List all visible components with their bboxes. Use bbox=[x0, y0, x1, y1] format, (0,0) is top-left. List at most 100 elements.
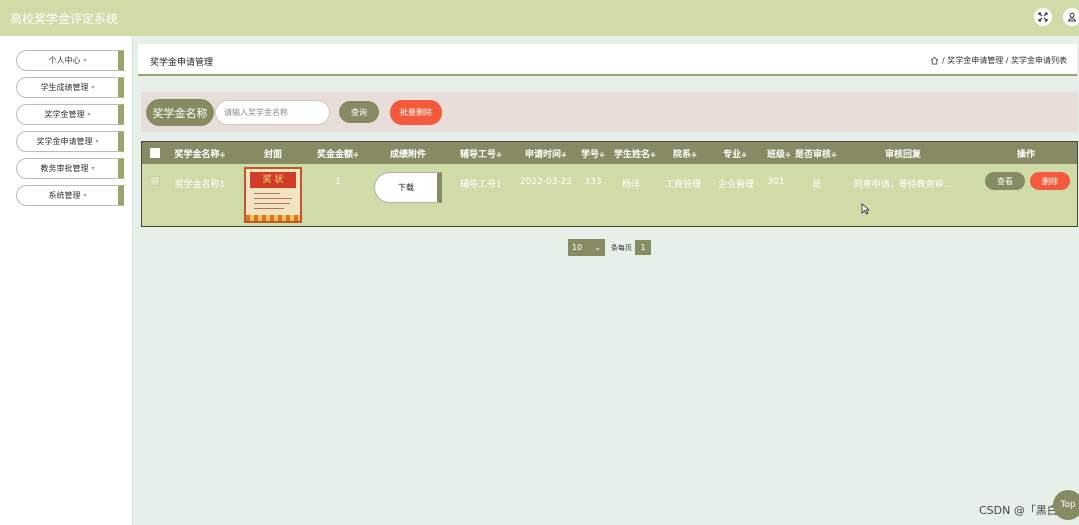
sidebar-item-scholarship[interactable]: 奖学金管理 ▾ bbox=[16, 104, 124, 125]
cell-reviewed: 是 bbox=[812, 180, 822, 190]
page-size-value: 10 bbox=[572, 243, 583, 252]
back-to-top-button[interactable]: Top bbox=[1053, 490, 1079, 520]
fullscreen-icon[interactable] bbox=[1034, 8, 1052, 26]
sidebar-item-academic-approval[interactable]: 教务审批管理 ▾ bbox=[16, 158, 124, 179]
table-header: 奖学金名称≑ 封面 奖金金额≑ 成绩附件 辅导工号≑ 申请时间≑ 学号≑ 学生姓… bbox=[142, 142, 1077, 164]
page-number-current[interactable]: 1 bbox=[635, 240, 651, 255]
page-title: 奖学金申请管理 bbox=[150, 58, 214, 68]
mouse-cursor-icon bbox=[861, 203, 870, 215]
table-row: 奖学金名称1 奖 状 1 下载 辅导工号1 2022-03-22 333 杨洋 … bbox=[142, 164, 1077, 226]
sort-icon: ≑ bbox=[353, 150, 359, 159]
column-header-major[interactable]: 专业≑ bbox=[723, 147, 747, 160]
row-checkbox[interactable] bbox=[150, 176, 160, 186]
cell-student-id: 333 bbox=[584, 177, 602, 187]
sidebar-item-label: 教务审批管理 bbox=[40, 164, 89, 173]
watermark: CSDN @「黑白 bbox=[979, 504, 1058, 517]
cover-banner: 奖 状 bbox=[250, 172, 296, 188]
column-header-student-id[interactable]: 学号≑ bbox=[581, 147, 605, 160]
chevron-down-icon: ▾ bbox=[91, 84, 95, 91]
column-header-attachment: 成绩附件 bbox=[390, 147, 426, 160]
view-button[interactable]: 查看 bbox=[985, 172, 1025, 190]
cell-apply-time: 2022-03-22 bbox=[519, 177, 573, 187]
user-icon[interactable] bbox=[1063, 8, 1079, 26]
chevron-down-icon: ▾ bbox=[87, 111, 91, 118]
column-label: 是否审核 bbox=[795, 150, 832, 160]
chevron-down-icon: ▾ bbox=[91, 165, 95, 172]
cell-advisor-id: 辅导工号1 bbox=[460, 180, 502, 190]
column-label: 学号 bbox=[581, 150, 600, 160]
page-size-select[interactable]: 10 ⌄ bbox=[568, 239, 605, 256]
search-label: 奖学金名称 bbox=[146, 99, 214, 126]
column-header-advisor-id[interactable]: 辅导工号≑ bbox=[460, 147, 502, 160]
sort-icon: ≑ bbox=[496, 150, 502, 159]
column-label: 操作 bbox=[1016, 150, 1036, 160]
column-label: 班级 bbox=[767, 150, 786, 160]
sort-icon: ≑ bbox=[561, 150, 567, 159]
sidebar-item-student-grades[interactable]: 学生成绩管理 ▾ bbox=[16, 77, 124, 98]
cell-class: 301 bbox=[767, 177, 785, 187]
sidebar-item-label: 系统管理 bbox=[48, 191, 81, 200]
sidebar-item-label: 奖学金管理 bbox=[44, 110, 85, 119]
sidebar: 个人中心 ▾ 学生成绩管理 ▾ 奖学金管理 ▾ 奖学金申请管理 ▾ 教务审批管理 ▾ 系统… bbox=[0, 36, 133, 525]
chevron-down-icon: ⌄ bbox=[594, 243, 601, 252]
cell-reply: 同意申请，等待教务审... bbox=[853, 180, 953, 190]
sidebar-item-label: 学生成绩管理 bbox=[40, 83, 89, 92]
column-label: 院系 bbox=[673, 150, 692, 160]
sort-icon: ≑ bbox=[650, 150, 656, 159]
column-label: 奖学金名称 bbox=[174, 150, 220, 160]
column-header-student-name[interactable]: 学生姓名≑ bbox=[614, 147, 656, 160]
sidebar-item-system[interactable]: 系统管理 ▾ bbox=[16, 185, 124, 206]
cover-line bbox=[254, 208, 284, 209]
home-icon[interactable] bbox=[930, 56, 939, 65]
sort-icon: ≑ bbox=[219, 150, 226, 159]
column-label: 专业 bbox=[723, 150, 742, 160]
cover-line bbox=[254, 198, 292, 199]
sort-icon: ≑ bbox=[691, 150, 697, 159]
top-bar: 高校奖学金评定系统 bbox=[0, 0, 1079, 36]
breadcrumb-path[interactable]: / 奖学金申请管理 / 奖学金申请列表 bbox=[942, 55, 1067, 66]
chevron-down-icon: ▾ bbox=[83, 57, 87, 64]
column-header-amount[interactable]: 奖金金额≑ bbox=[317, 147, 359, 160]
delete-button[interactable]: 删除 bbox=[1030, 172, 1070, 190]
breadcrumb: / 奖学金申请管理 / 奖学金申请列表 bbox=[930, 55, 1067, 66]
cell-department: 工商管理 bbox=[664, 180, 702, 190]
pagination: 10 ⌄ 条每页 1 bbox=[568, 239, 651, 256]
cover-line bbox=[254, 193, 280, 194]
sidebar-item-label: 个人中心 bbox=[48, 56, 81, 65]
column-header-reply: 审核回复 bbox=[885, 147, 921, 160]
sort-icon: ≑ bbox=[741, 150, 747, 159]
column-header-actions: 操作 bbox=[1017, 147, 1035, 160]
cover-decoration bbox=[246, 215, 300, 221]
cell-amount: 1 bbox=[335, 177, 341, 187]
sort-icon: ≑ bbox=[599, 150, 605, 159]
sort-icon: ≑ bbox=[785, 150, 791, 159]
cell-student-name: 杨洋 bbox=[621, 180, 641, 190]
column-label: 审核回复 bbox=[884, 150, 922, 160]
search-bar: 奖学金名称 查询 批量删除 bbox=[141, 92, 1078, 132]
column-header-department[interactable]: 院系≑ bbox=[673, 147, 697, 160]
query-button[interactable]: 查询 bbox=[339, 101, 379, 123]
download-button[interactable]: 下载 bbox=[374, 172, 442, 203]
sidebar-item-personal-center[interactable]: 个人中心 ▾ bbox=[16, 50, 124, 71]
sidebar-item-scholarship-application[interactable]: 奖学金申请管理 ▾ bbox=[16, 131, 124, 152]
cover-image[interactable]: 奖 状 bbox=[244, 167, 302, 223]
batch-delete-button[interactable]: 批量删除 bbox=[390, 100, 442, 125]
column-label: 奖金金额 bbox=[317, 150, 354, 160]
column-header-cover: 封面 bbox=[264, 147, 282, 160]
per-page-label: 条每页 bbox=[611, 243, 632, 252]
application-table: 奖学金名称≑ 封面 奖金金额≑ 成绩附件 辅导工号≑ 申请时间≑ 学号≑ 学生姓… bbox=[141, 141, 1078, 227]
sidebar-item-label: 奖学金申请管理 bbox=[36, 137, 93, 146]
search-input[interactable] bbox=[215, 100, 330, 125]
column-label: 封面 bbox=[263, 150, 283, 160]
column-header-apply-time[interactable]: 申请时间≑ bbox=[525, 147, 567, 160]
column-label: 申请时间 bbox=[525, 150, 562, 160]
select-all-checkbox[interactable] bbox=[150, 148, 160, 158]
cell-major: 企业管理 bbox=[717, 180, 755, 190]
column-header-reviewed[interactable]: 是否审核≑ bbox=[795, 147, 837, 160]
column-header-name[interactable]: 奖学金名称≑ bbox=[175, 147, 226, 160]
chevron-down-icon: ▾ bbox=[83, 192, 87, 199]
column-header-class[interactable]: 班级≑ bbox=[767, 147, 791, 160]
column-label: 学生姓名 bbox=[614, 150, 651, 160]
column-label: 辅导工号 bbox=[460, 150, 497, 160]
cover-line bbox=[254, 203, 290, 204]
